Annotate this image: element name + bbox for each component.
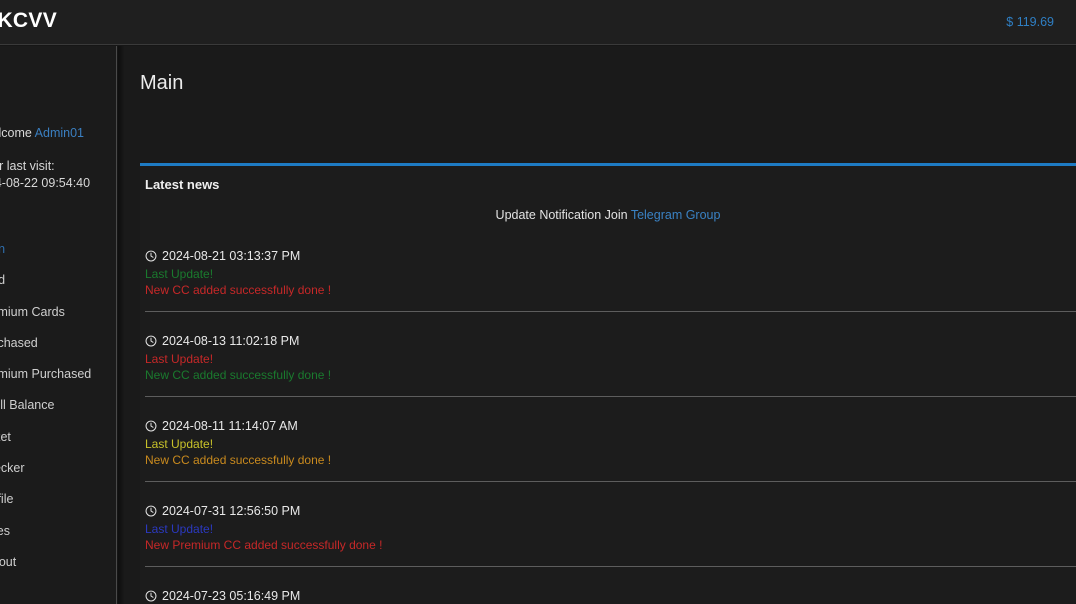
news-body: New CC added successfully done ! (145, 368, 332, 382)
sidebar-item-refill-balance[interactable]: Refill Balance (0, 390, 116, 421)
clock-icon (145, 250, 157, 265)
sidebar-nav: Main Card Premium Cards Purchased Premiu… (0, 234, 116, 578)
sidebar-item-label: Main (0, 234, 5, 265)
news-separator (145, 566, 1076, 567)
news-list: 2024-08-21 03:13:37 PM Last Update! New … (140, 244, 1076, 604)
clock-icon (145, 590, 157, 604)
sidebar-item-checker[interactable]: Checker (0, 453, 116, 484)
sidebar-item-purchased[interactable]: Purchased (0, 328, 116, 359)
telegram-group-link[interactable]: Telegram Group (631, 208, 721, 222)
sidebar-item-main[interactable]: Main (0, 234, 116, 265)
news-date-text: 2024-08-11 11:14:07 AM (162, 419, 298, 433)
sidebar-item-label: Refill Balance (0, 398, 55, 413)
news-headline: Last Update! (145, 352, 214, 366)
news-body: New CC added successfully done ! (145, 283, 332, 297)
news-headline: Last Update! (145, 522, 214, 536)
news-date-text: 2024-08-21 03:13:37 PM (162, 249, 301, 263)
news-date: 2024-07-23 05:16:49 PM (145, 589, 300, 604)
notice-text: Update Notification Join (495, 208, 631, 222)
sidebar-item-label: Checker (0, 461, 25, 476)
news-separator (145, 396, 1076, 397)
news-item: 2024-08-11 11:14:07 AM Last Update! New … (140, 414, 1076, 499)
news-date-text: 2024-08-13 11:02:18 PM (162, 334, 300, 348)
sidebar-item-label: Logout (0, 554, 17, 569)
top-header-bar: RKCVV $ 119.69 (0, 0, 1076, 45)
update-notification: Update Notification Join Telegram Group (140, 208, 1076, 222)
sidebar-item-label: Profile (0, 492, 14, 507)
news-item: 2024-07-31 12:56:50 PM Last Update! New … (140, 499, 1076, 584)
sidebar-item-ticket[interactable]: Ticket (0, 422, 116, 453)
news-headline: Last Update! (145, 437, 214, 451)
username-label: Admin01 (34, 126, 84, 140)
news-body: New CC added successfully done ! (145, 453, 332, 467)
sidebar-item-label: Premium Purchased (0, 367, 92, 382)
news-date: 2024-08-11 11:14:07 AM (145, 419, 298, 435)
sidebar: Welcome Admin01 Your last visit: 2024-08… (0, 46, 117, 604)
news-item: 2024-07-23 05:16:49 PM Last Update! New … (140, 584, 1076, 604)
news-separator (145, 311, 1076, 312)
sidebar-item-label: Card (0, 265, 5, 296)
sidebar-item-card[interactable]: Card (0, 265, 116, 296)
sidebar-item-profile[interactable]: Profile (0, 484, 116, 515)
news-date-text: 2024-07-23 05:16:49 PM (162, 589, 301, 603)
sidebar-item-label: Premium Cards (0, 304, 65, 319)
sidebar-item-logout[interactable]: Logout (0, 547, 116, 578)
site-logo[interactable]: RKCVV (0, 9, 57, 33)
sidebar-item-premium-cards[interactable]: Premium Cards (0, 297, 116, 328)
clock-icon (145, 335, 157, 350)
main-content: Main Latest news Update Notification Joi… (118, 46, 1076, 604)
welcome-message: Welcome Admin01 (0, 126, 84, 140)
news-headline: Last Update! (145, 267, 214, 281)
sidebar-item-label: Purchased (0, 335, 38, 350)
news-date-text: 2024-07-31 12:56:50 PM (162, 504, 301, 518)
clock-icon (145, 505, 157, 520)
news-body: New Premium CC added successfully done ! (145, 538, 383, 552)
news-item: 2024-08-21 03:13:37 PM Last Update! New … (140, 244, 1076, 329)
news-item: 2024-08-13 11:02:18 PM Last Update! New … (140, 329, 1076, 414)
welcome-label: Welcome (0, 126, 32, 140)
clock-icon (145, 420, 157, 435)
latest-news-panel: Latest news Update Notification Join Tel… (140, 166, 1076, 604)
sidebar-item-rules[interactable]: Rules (0, 516, 116, 547)
news-date: 2024-07-31 12:56:50 PM (145, 504, 300, 520)
news-separator (145, 481, 1076, 482)
sidebar-item-premium-purchased[interactable]: Premium Purchased (0, 359, 116, 390)
sidebar-item-label: Rules (0, 523, 10, 538)
sidebar-item-label: Ticket (0, 429, 11, 444)
page-title: Main (140, 72, 184, 94)
news-date: 2024-08-21 03:13:37 PM (145, 249, 300, 265)
panel-title: Latest news (145, 177, 220, 192)
news-date: 2024-08-13 11:02:18 PM (145, 334, 299, 350)
account-balance[interactable]: $ 119.69 (1006, 15, 1054, 29)
last-visit-value: 2024-08-22 09:54:40 (0, 176, 91, 190)
last-visit-label: Your last visit: (0, 159, 55, 173)
